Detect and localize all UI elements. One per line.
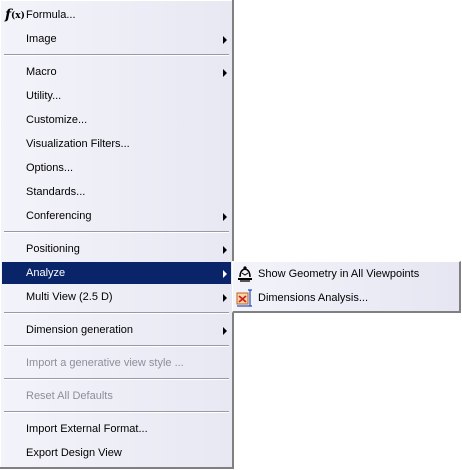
menu-item-label: Utility... bbox=[26, 90, 62, 102]
menu-separator bbox=[4, 312, 229, 314]
menu-separator bbox=[4, 231, 229, 233]
formula-icon: f(x) bbox=[5, 7, 25, 23]
menu-item-label: Dimension generation bbox=[26, 324, 134, 336]
menu-item-label: Conferencing bbox=[26, 210, 92, 222]
menu-separator bbox=[4, 411, 229, 413]
menu-item-label: Formula... bbox=[26, 9, 76, 21]
menu-item-label: Positioning bbox=[26, 243, 80, 255]
menu-item-label: Multi View (2.5 D) bbox=[26, 291, 113, 303]
menu-item-label: Macro bbox=[26, 66, 57, 78]
menu-item-label: Image bbox=[26, 33, 57, 45]
menu-item-utility[interactable]: Utility... bbox=[2, 85, 231, 107]
menu-item-analyze[interactable]: Analyze bbox=[2, 262, 231, 284]
dimensions-analysis-icon bbox=[236, 289, 252, 307]
menu-separator bbox=[4, 54, 229, 56]
menu-item-multi-view[interactable]: Multi View (2.5 D) bbox=[2, 286, 231, 308]
menu-item-positioning[interactable]: Positioning bbox=[2, 238, 231, 260]
submenu-arrow-icon bbox=[223, 327, 227, 335]
submenu-arrow-icon bbox=[223, 213, 227, 221]
menu-item-macro[interactable]: Macro bbox=[2, 61, 231, 83]
menu-item-customize[interactable]: Customize... bbox=[2, 109, 231, 131]
submenu-item-label: Show Geometry in All Viewpoints bbox=[258, 268, 420, 280]
menu-item-label: Customize... bbox=[26, 114, 88, 126]
submenu-arrow-icon bbox=[223, 36, 227, 44]
menu-item-label: Options... bbox=[26, 162, 74, 174]
menu-separator bbox=[4, 378, 229, 380]
menu-item-formula[interactable]: f(x) Formula... bbox=[2, 4, 231, 26]
submenu-arrow-icon bbox=[223, 294, 227, 302]
menu-item-reset-defaults[interactable]: Reset All Defaults bbox=[2, 385, 231, 407]
show-geometry-icon bbox=[238, 266, 252, 282]
menu-item-import-external-format[interactable]: Import External Format... bbox=[2, 418, 231, 440]
analyze-submenu: Show Geometry in All Viewpoints Dimensio… bbox=[232, 261, 461, 313]
menu-item-import-view-style[interactable]: Import a generative view style ... bbox=[2, 352, 231, 374]
menu-item-label: Visualization Filters... bbox=[26, 138, 130, 150]
menu-item-conferencing[interactable]: Conferencing bbox=[2, 205, 231, 227]
menu-item-dimension-generation[interactable]: Dimension generation bbox=[2, 319, 231, 341]
menu-item-label: Import External Format... bbox=[26, 423, 148, 435]
submenu-item-label: Dimensions Analysis... bbox=[258, 292, 369, 304]
menu-separator bbox=[4, 345, 229, 347]
menu-item-label: Export Design View bbox=[26, 447, 122, 459]
menu-item-label: Import a generative view style ... bbox=[26, 357, 184, 369]
menu-item-label: Analyze bbox=[26, 267, 66, 279]
submenu-arrow-icon bbox=[223, 69, 227, 77]
menu-item-visualization-filters[interactable]: Visualization Filters... bbox=[2, 133, 231, 155]
submenu-arrow-icon bbox=[223, 246, 227, 254]
menu-item-label: Standards... bbox=[26, 186, 86, 198]
submenu-item-dimensions-analysis[interactable]: Dimensions Analysis... bbox=[233, 286, 459, 309]
submenu-item-show-geometry[interactable]: Show Geometry in All Viewpoints bbox=[233, 262, 459, 285]
menu-item-export-design-view[interactable]: Export Design View bbox=[2, 442, 231, 464]
menu-item-label: Reset All Defaults bbox=[26, 390, 113, 402]
menu-item-options[interactable]: Options... bbox=[2, 157, 231, 179]
tools-menu: f(x) Formula... Image Macro Utility... C… bbox=[0, 0, 234, 469]
submenu-arrow-icon bbox=[223, 270, 227, 278]
menu-item-standards[interactable]: Standards... bbox=[2, 181, 231, 203]
menu-item-image[interactable]: Image bbox=[2, 28, 231, 50]
